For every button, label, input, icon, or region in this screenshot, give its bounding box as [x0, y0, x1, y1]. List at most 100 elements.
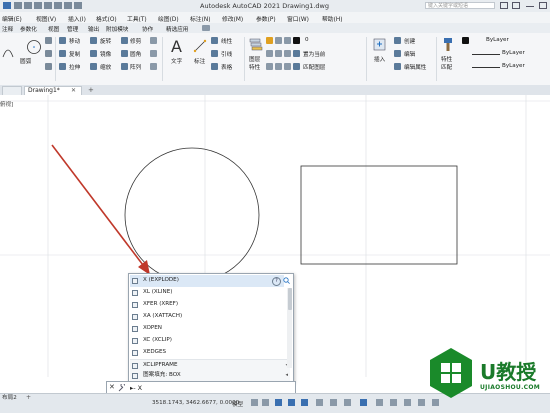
trim-label[interactable]: 修剪 — [130, 37, 141, 45]
edit-attributes-label[interactable]: 编辑属性 — [404, 63, 426, 71]
search-icon[interactable] — [283, 277, 290, 284]
trim-icon[interactable] — [121, 37, 128, 44]
add-layout-icon[interactable]: + — [26, 394, 31, 401]
copy-icon[interactable] — [59, 50, 66, 57]
new-file-icon[interactable] — [14, 2, 22, 9]
hatch-icon[interactable] — [45, 50, 52, 57]
insert-label[interactable]: 插入 — [374, 55, 385, 63]
isolate-icon[interactable] — [390, 399, 397, 406]
lock-icon[interactable] — [284, 37, 291, 44]
layer-properties-icon[interactable] — [249, 37, 263, 53]
snap-icon[interactable] — [262, 399, 269, 406]
color-value[interactable]: ByLayer — [486, 37, 509, 43]
fillet-label[interactable]: 圆角 — [130, 50, 141, 58]
copy-label[interactable]: 复制 — [69, 50, 80, 58]
autocomplete-item[interactable]: X (EXPLODE) — [130, 275, 284, 287]
make-current-label[interactable]: 置为当前 — [303, 50, 325, 58]
tab-addins[interactable]: 附加模块 — [106, 25, 128, 33]
stretch-label[interactable]: 拉伸 — [69, 63, 80, 71]
layer-tool-icon[interactable] — [266, 50, 273, 57]
workspace-icon[interactable] — [376, 399, 383, 406]
fillet-icon[interactable] — [121, 50, 128, 57]
create-block-icon[interactable] — [394, 37, 401, 44]
rectangle-object[interactable] — [300, 165, 458, 265]
match-layer-label[interactable]: 匹配图层 — [303, 63, 325, 71]
match-properties-icon[interactable] — [441, 37, 455, 53]
match-properties-label-2[interactable]: 匹配 — [441, 63, 452, 71]
mirror-icon[interactable] — [90, 50, 97, 57]
move-label[interactable]: 移动 — [69, 37, 80, 45]
menu-help[interactable]: 帮助(H) — [322, 14, 342, 23]
layer-tool-icon[interactable] — [275, 50, 282, 57]
leader-icon[interactable] — [211, 50, 218, 57]
osnap-icon[interactable] — [301, 399, 308, 406]
current-layer-value[interactable]: 0 — [305, 37, 309, 43]
autocomplete-item[interactable]: XEDGES — [130, 347, 284, 359]
save-as-icon[interactable] — [44, 2, 52, 9]
tab-view[interactable]: 视图 — [48, 25, 59, 33]
layer-tool-icon[interactable] — [284, 50, 291, 57]
tab-featured-apps[interactable]: 精选应用 — [166, 25, 188, 33]
user-icon[interactable] — [500, 2, 508, 9]
layer-label-2[interactable]: 特性 — [249, 63, 260, 71]
autocomplete-item[interactable]: 图案填充: BOX ◂ — [130, 370, 290, 382]
offset-icon[interactable] — [150, 63, 157, 70]
menu-dimension[interactable]: 标注(N) — [190, 14, 210, 23]
table-icon[interactable] — [211, 63, 218, 70]
arc-icon[interactable] — [2, 43, 14, 63]
annotation-scale-icon[interactable] — [360, 399, 367, 406]
create-block-label[interactable]: 创建 — [404, 37, 415, 45]
edit-attributes-icon[interactable] — [394, 63, 401, 70]
sun-icon[interactable] — [275, 37, 282, 44]
text-label[interactable]: 文字 — [171, 57, 182, 65]
lineweight-icon[interactable] — [316, 399, 323, 406]
menu-insert[interactable]: 插入(I) — [68, 14, 86, 23]
new-tab-button[interactable]: + — [88, 86, 94, 94]
selection-cycling-icon[interactable] — [344, 399, 351, 406]
draw-tool-icon[interactable] — [45, 37, 52, 44]
scale-label[interactable]: 缩放 — [100, 63, 111, 71]
menu-tools[interactable]: 工具(T) — [127, 14, 147, 23]
explode-icon[interactable] — [150, 50, 157, 57]
undo-icon[interactable] — [64, 2, 72, 9]
minimize-icon[interactable] — [526, 6, 534, 7]
make-current-icon[interactable] — [293, 50, 300, 57]
help-icon[interactable]: ? — [272, 277, 281, 286]
tab-parametric[interactable]: 参数化 — [20, 25, 37, 33]
color-swatch-icon[interactable] — [462, 37, 469, 44]
autocomplete-scrollbar[interactable] — [287, 288, 292, 368]
hardware-acceleration-icon[interactable] — [404, 399, 411, 406]
scale-icon[interactable] — [90, 63, 97, 70]
tab-annotate[interactable]: 注释 — [2, 25, 13, 33]
mirror-label[interactable]: 镜像 — [100, 50, 111, 58]
layer-tool-icon[interactable] — [275, 63, 282, 70]
polar-icon[interactable] — [288, 399, 295, 406]
command-input[interactable]: ▸- X — [130, 384, 142, 392]
cart-icon[interactable] — [512, 2, 520, 9]
dimension-label[interactable]: 标注 — [194, 57, 205, 65]
layer-label[interactable]: 图层 — [249, 55, 260, 63]
lightbulb-icon[interactable] — [266, 37, 273, 44]
region-icon[interactable] — [45, 63, 52, 70]
array-icon[interactable] — [121, 63, 128, 70]
menu-draw[interactable]: 绘图(D) — [158, 14, 179, 23]
ortho-icon[interactable] — [275, 399, 282, 406]
circle-icon[interactable] — [26, 39, 42, 55]
leader-label[interactable]: 引线 — [221, 50, 232, 58]
grid-icon[interactable] — [251, 399, 258, 406]
open-file-icon[interactable] — [24, 2, 32, 9]
rotate-label[interactable]: 旋转 — [100, 37, 111, 45]
tab-output[interactable]: 输出 — [88, 25, 99, 33]
menu-format[interactable]: 格式(O) — [96, 14, 117, 23]
table-label[interactable]: 表格 — [221, 63, 232, 71]
menu-parametric[interactable]: 参数(P) — [256, 14, 276, 23]
layer-color-icon[interactable] — [293, 37, 300, 44]
menu-edit[interactable]: 编辑(E) — [2, 14, 22, 23]
close-tab-icon[interactable]: ✕ — [71, 87, 76, 94]
text-icon[interactable]: A — [170, 37, 184, 55]
autocomplete-item[interactable]: XFER (XREF) — [130, 299, 284, 311]
move-icon[interactable] — [59, 37, 66, 44]
autocomplete-item[interactable]: XL (XLINE) — [130, 287, 284, 299]
autocomplete-item[interactable]: XA (XATTACH) — [130, 311, 284, 323]
search-input[interactable]: 键入关键字或短语 — [425, 2, 495, 9]
